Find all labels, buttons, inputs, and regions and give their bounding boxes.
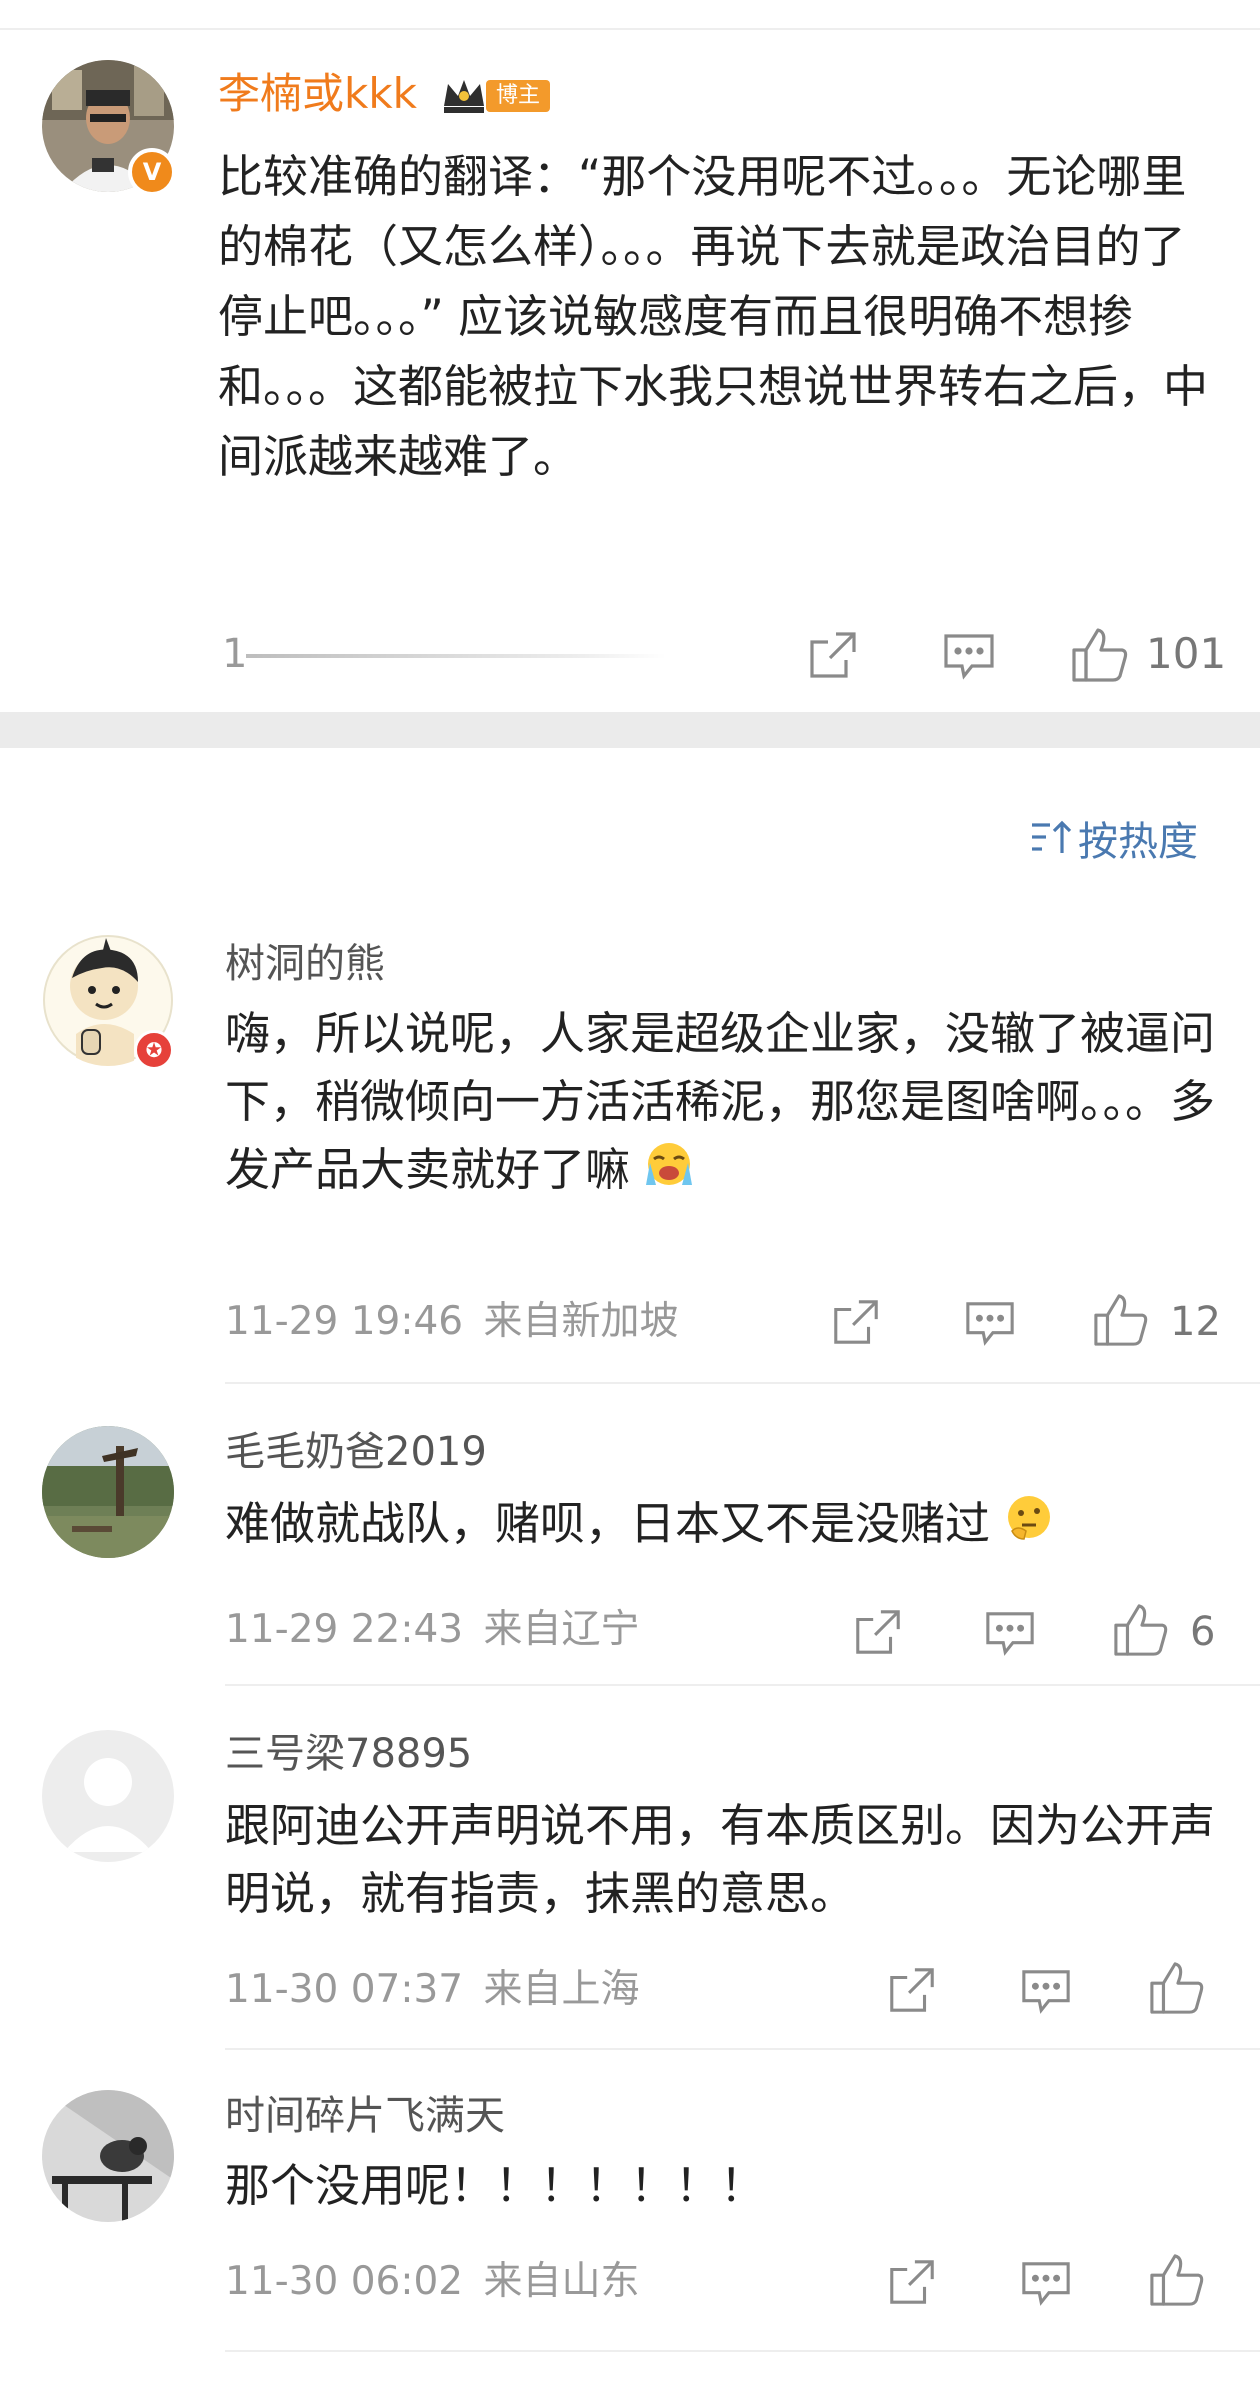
commenter-avatar[interactable] (42, 1426, 174, 1558)
share-icon[interactable] (806, 628, 860, 682)
like-icon[interactable] (1148, 1960, 1206, 2016)
comment-location: 来自新加坡 (483, 1299, 679, 1344)
comment-icon[interactable] (942, 630, 996, 684)
crying-emoji-icon (644, 1139, 694, 1208)
share-icon[interactable] (852, 1606, 904, 1658)
comment-text-body: 嗨，所以说呢，人家是超级企业家，没辙了被逼问下，稍微倾向一方活活稀泥，那您是图啥… (225, 1007, 1216, 1196)
verified-badge: V (128, 148, 176, 196)
comment-item: ✪ 树洞的熊 嗨，所以说呢，人家是超级企业家，没辙了被逼问下，稍微倾向一方活活稀… (0, 930, 1260, 1390)
commenter-name[interactable]: 三号梁78895 (225, 1728, 472, 1780)
like-count: 101 (1146, 629, 1227, 678)
comment-location: 来自山东 (483, 2259, 640, 2304)
sort-icon (1030, 814, 1074, 874)
post-author-name[interactable]: 李楠或kkk (218, 68, 417, 120)
comment-time: 11-29 22:43 (225, 1607, 464, 1652)
commenter-name[interactable]: 树洞的熊 (225, 938, 385, 990)
like-count: 12 (1170, 1299, 1221, 1345)
like-count: 6 (1190, 1609, 1216, 1655)
comment-location: 来自上海 (483, 1967, 640, 2012)
comment-icon[interactable] (984, 1608, 1036, 1660)
share-icon[interactable] (886, 1964, 938, 2016)
commenter-avatar[interactable] (42, 1730, 174, 1862)
comment-time: 11-30 07:37 (225, 1967, 464, 2012)
post-action-bar: 1 101 (0, 620, 1260, 700)
comment-time: 11-29 19:46 (225, 1299, 464, 1344)
comment-separator (225, 2048, 1260, 2050)
sort-by-hot-button[interactable]: 按热度 (1030, 812, 1198, 872)
comment-location: 来自辽宁 (483, 1607, 640, 1652)
comment-icon[interactable] (1020, 2258, 1072, 2310)
sort-label: 按热度 (1078, 819, 1198, 865)
commenter-name[interactable]: 毛毛奶爸2019 (225, 1426, 487, 1478)
comment-text: 嗨，所以说呢，人家是超级企业家，没辙了被逼问下，稍微倾向一方活活稀泥，那您是图啥… (225, 1000, 1215, 1208)
original-post: V 李楠或kkk 博主 比较准确的翻译：“那个没用呢不过。。。无论哪里的棉花（又… (0, 30, 1260, 710)
share-icon[interactable] (830, 1296, 882, 1348)
comment-separator (225, 1684, 1260, 1686)
comment-text: 那个没用呢！！！！！！！ (225, 2159, 766, 2212)
comment-meta: 11-30 06:02 来自山东 (225, 2254, 640, 2310)
crown-icon (440, 76, 488, 120)
comment-meta: 11-30 07:37 来自上海 (225, 1962, 640, 2018)
commenter-name[interactable]: 时间碎片飞满天 (225, 2090, 505, 2142)
comment-meta: 11-29 19:46 来自新加坡 (225, 1294, 679, 1350)
blogger-label: 博主 (486, 80, 551, 112)
like-icon[interactable] (1148, 2252, 1206, 2308)
comment-item: 时间碎片飞满天 那个没用呢！！！！！！！ 11-30 06:02 来自山东 (0, 2088, 1260, 2378)
comment-icon[interactable] (964, 1298, 1016, 1350)
comment-icon[interactable] (1020, 1966, 1072, 2018)
like-icon[interactable] (1092, 1292, 1150, 1348)
progress-track (246, 654, 666, 658)
comment-text-body: 难做就战队，赌呗，日本又不是没赌过 (225, 1497, 991, 1550)
comment-text: 难做就战队，赌呗，日本又不是没赌过 (225, 1490, 1215, 1562)
comment-time: 11-30 06:02 (225, 2259, 464, 2304)
like-icon[interactable] (1112, 1602, 1170, 1658)
comment-text: 跟阿迪公开声明说不用，有本质区别。因为公开声明说，就有指责，抹黑的意思。 (225, 1799, 1216, 1920)
share-icon[interactable] (886, 2256, 938, 2308)
comment-separator (225, 1382, 1260, 1384)
member-badge: ✪ (134, 1030, 174, 1070)
comment-separator (225, 2350, 1260, 2352)
section-divider (0, 712, 1260, 748)
like-icon[interactable] (1070, 626, 1130, 684)
post-text: 比较准确的翻译：“那个没用呢不过。。。无论哪里的棉花（又怎么样）。。。再说下去就… (218, 150, 1209, 483)
commenter-avatar[interactable] (42, 2090, 174, 2222)
thinking-emoji-icon (1004, 1493, 1054, 1562)
comment-item: 毛毛奶爸2019 难做就战队，赌呗，日本又不是没赌过 11-29 22:43 来… (0, 1420, 1260, 1690)
post-count: 1 (222, 631, 248, 677)
comment-meta: 11-29 22:43 来自辽宁 (225, 1602, 640, 1658)
comment-item: 三号梁78895 跟阿迪公开声明说不用，有本质区别。因为公开声明说，就有指责，抹… (0, 1724, 1260, 2064)
